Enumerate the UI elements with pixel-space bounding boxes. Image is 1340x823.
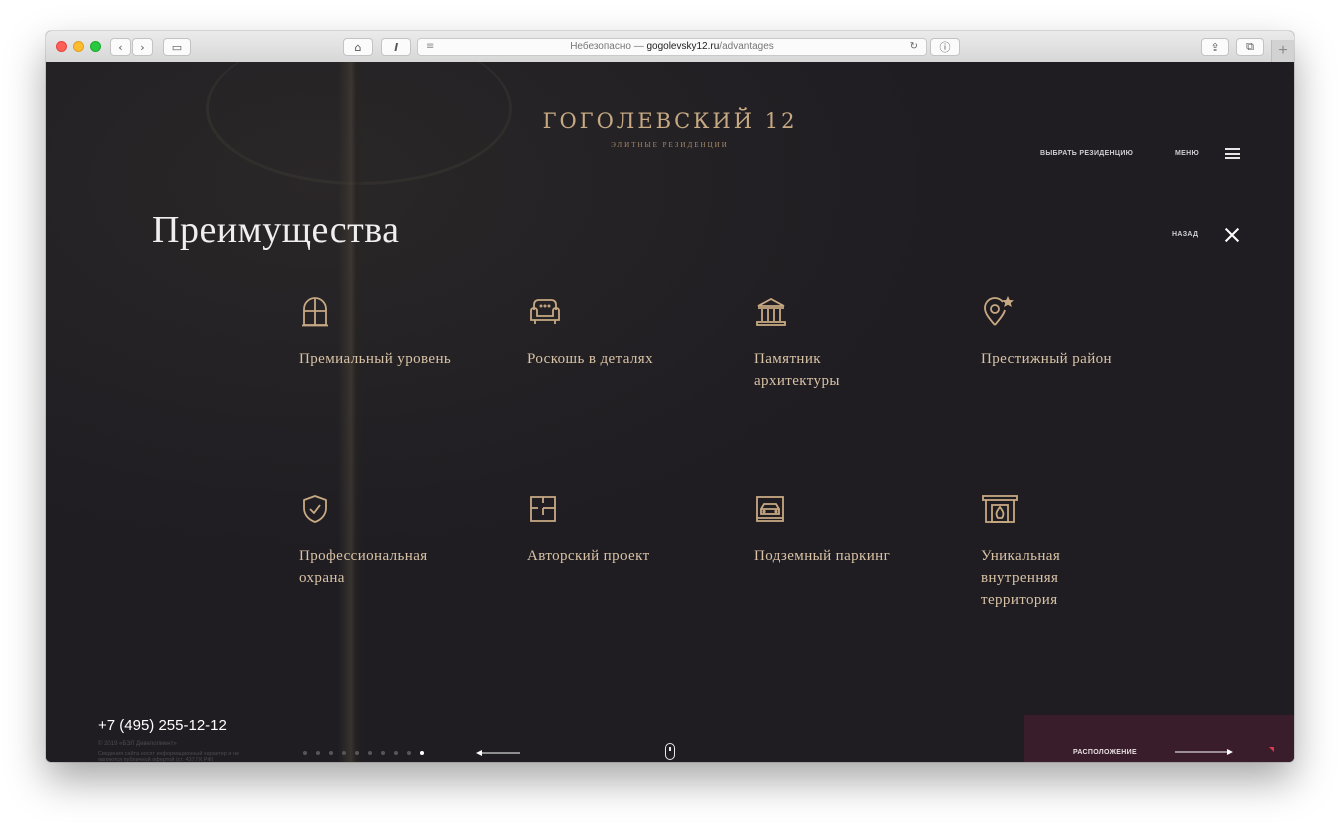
advantage-item[interactable]: Памятник архитектуры bbox=[754, 296, 934, 392]
advantage-item[interactable]: Уникальная внутренняя территория bbox=[981, 493, 1161, 611]
home-icon: ⌂ bbox=[354, 40, 362, 54]
phone-number[interactable]: +7 (495) 255-12-12 bbox=[98, 717, 227, 734]
extension-icon: l bbox=[394, 40, 398, 54]
info-icon: ⓘ bbox=[939, 41, 951, 54]
new-tab-button[interactable]: + bbox=[1271, 40, 1294, 62]
choose-residence-link[interactable]: ВЫБРАТЬ РЕЗИДЕНЦИЮ bbox=[1040, 150, 1133, 157]
sidebar-button[interactable]: ▭ bbox=[163, 38, 191, 56]
hamburger-icon[interactable] bbox=[1225, 148, 1240, 159]
next-section-button[interactable]: РАСПОЛОЖЕНИЕ bbox=[1024, 715, 1294, 762]
forward-button[interactable]: › bbox=[132, 38, 153, 56]
fireplace-icon bbox=[982, 495, 1018, 523]
back-link[interactable]: НАЗАД bbox=[1172, 231, 1198, 238]
pagination-dot[interactable] bbox=[329, 751, 333, 755]
info-button[interactable]: ⓘ bbox=[930, 38, 960, 56]
minimize-window-button[interactable] bbox=[73, 41, 84, 52]
advantage-label: Авторский проект bbox=[527, 548, 650, 564]
share-button[interactable]: ⇪ bbox=[1201, 38, 1229, 56]
advantage-label: Престижный район bbox=[981, 351, 1112, 367]
pagination-dot[interactable] bbox=[355, 751, 359, 755]
home-button[interactable]: ⌂ bbox=[343, 38, 373, 56]
pagination-dot[interactable] bbox=[342, 751, 346, 755]
sidebar-icon: ▭ bbox=[171, 40, 183, 54]
menu-link[interactable]: МЕНЮ bbox=[1175, 150, 1199, 157]
copyright-text: © 2019 «БЭЛ Девелопмент» bbox=[98, 741, 177, 747]
window-icon bbox=[302, 297, 328, 327]
pagination-dot-active[interactable] bbox=[420, 751, 424, 755]
chevron-left-icon: ‹ bbox=[118, 40, 123, 54]
floor-plan-icon bbox=[530, 496, 556, 522]
advantage-item[interactable]: Престижный район bbox=[981, 294, 1161, 370]
background-chandelier-stem bbox=[338, 62, 364, 762]
slide-pagination bbox=[303, 751, 424, 755]
logo-subtitle: ЭЛИТНЫЕ РЕЗИДЕНЦИИ bbox=[611, 141, 729, 149]
share-icon: ⇪ bbox=[1210, 40, 1220, 54]
advantage-item[interactable]: Профессиональная охрана bbox=[299, 493, 479, 589]
address-host: gogolevsky12.ru bbox=[646, 41, 720, 52]
next-section-label: РАСПОЛОЖЕНИЕ bbox=[1073, 749, 1137, 756]
advantage-item[interactable]: Авторский проект bbox=[527, 493, 707, 567]
reload-icon[interactable]: ↻ bbox=[910, 39, 918, 55]
armchair-icon bbox=[530, 299, 560, 324]
tabs-button[interactable]: ⧉ bbox=[1236, 38, 1264, 56]
chevron-right-icon: › bbox=[140, 40, 145, 54]
shield-check-icon bbox=[303, 495, 327, 523]
advantage-label: Роскошь в деталях bbox=[527, 351, 654, 367]
pagination-dot[interactable] bbox=[303, 751, 307, 755]
close-window-button[interactable] bbox=[56, 41, 67, 52]
legal-disclaimer: Сведения сайта носят информационный хара… bbox=[98, 751, 240, 762]
advantage-item[interactable]: Подземный паркинг bbox=[754, 493, 934, 567]
location-star-icon bbox=[984, 296, 1014, 326]
logo-title[interactable]: ГОГОЛЕВСКИЙ 12 bbox=[46, 109, 1294, 133]
back-button[interactable]: ‹ bbox=[110, 38, 131, 56]
advantage-item[interactable]: Премиальный уровень bbox=[299, 296, 479, 370]
advantage-label: Памятник архитектуры bbox=[754, 351, 840, 389]
pagination-dot[interactable] bbox=[381, 751, 385, 755]
address-path: /advantages bbox=[719, 41, 774, 52]
arrow-right-icon bbox=[1175, 749, 1233, 755]
pagination-dot[interactable] bbox=[394, 751, 398, 755]
advantage-label: Премиальный уровень bbox=[299, 351, 452, 367]
extension-button[interactable]: l bbox=[381, 38, 411, 56]
address-prefix: Небезопасно — bbox=[570, 41, 647, 52]
corner-accent-icon bbox=[1269, 747, 1274, 752]
advantage-label: Подземный паркинг bbox=[754, 548, 891, 564]
monument-icon bbox=[756, 297, 786, 326]
advantage-label: Профессиональная охрана bbox=[299, 548, 428, 586]
close-icon[interactable] bbox=[1223, 226, 1241, 244]
zoom-window-button[interactable] bbox=[90, 41, 101, 52]
browser-window: ‹ › ▭ ⌂ l ≡ Небезопасно — gogolevsky12.r… bbox=[46, 31, 1294, 762]
tabs-icon: ⧉ bbox=[1246, 40, 1254, 53]
pagination-dot[interactable] bbox=[368, 751, 372, 755]
reader-icon[interactable]: ≡ bbox=[426, 39, 434, 55]
arrow-left-icon[interactable] bbox=[476, 746, 520, 760]
browser-toolbar: ‹ › ▭ ⌂ l ≡ Небезопасно — gogolevsky12.r… bbox=[46, 31, 1294, 63]
advantage-item[interactable]: Роскошь в деталях bbox=[527, 296, 707, 370]
page-viewport: ГОГОЛЕВСКИЙ 12 ЭЛИТНЫЕ РЕЗИДЕНЦИИ ВЫБРАТ… bbox=[46, 62, 1294, 762]
page-title: Преимущества bbox=[152, 209, 400, 251]
pagination-dot[interactable] bbox=[407, 751, 411, 755]
pagination-dot[interactable] bbox=[316, 751, 320, 755]
scroll-mouse-icon bbox=[665, 743, 675, 760]
parking-car-icon bbox=[756, 496, 784, 522]
advantage-label: Уникальная внутренняя территория bbox=[981, 548, 1061, 608]
address-bar[interactable]: ≡ Небезопасно — gogolevsky12.ru/advantag… bbox=[417, 38, 927, 56]
